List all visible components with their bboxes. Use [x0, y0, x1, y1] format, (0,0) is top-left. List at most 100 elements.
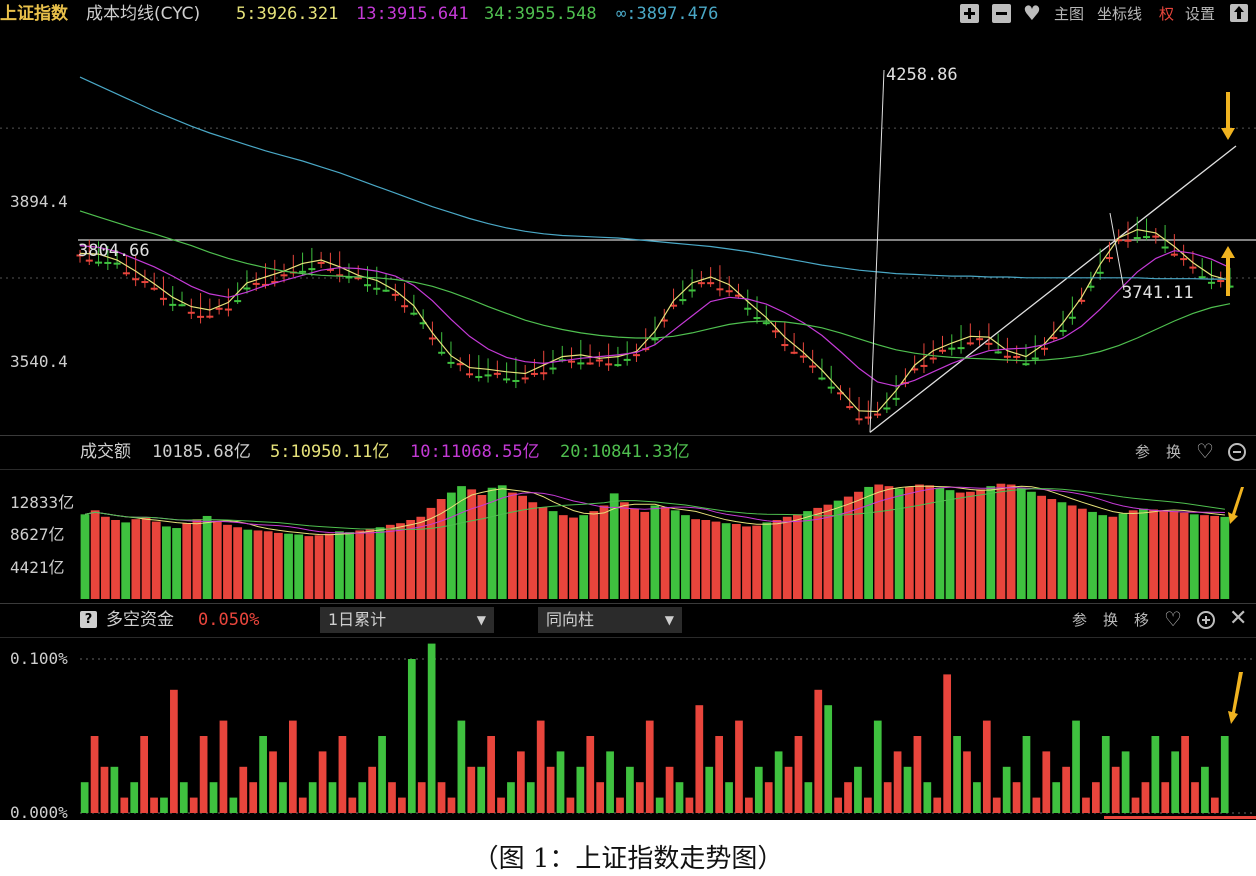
- candle-body: [1050, 336, 1058, 339]
- volume-bar: [1016, 487, 1026, 599]
- heart-outline-icon[interactable]: ♡: [1164, 606, 1182, 632]
- upload-icon[interactable]: [1230, 4, 1248, 22]
- volume-bar: [955, 492, 965, 599]
- money-flow-bar: [626, 766, 634, 813]
- money-flow-bar: [556, 751, 565, 813]
- candle-body: [883, 407, 891, 410]
- money-flow-value: 0.050%: [198, 610, 260, 630]
- period-select[interactable]: 1日累计 ▼: [320, 607, 494, 633]
- candle-body: [224, 308, 232, 311]
- main-chart-button[interactable]: 主图: [1054, 4, 1084, 24]
- candle-body: [577, 362, 585, 365]
- volume-bar: [528, 502, 538, 599]
- candle-body: [280, 274, 288, 277]
- money-flow-bar: [982, 720, 991, 813]
- volume-bar: [1139, 508, 1148, 599]
- volume-bar: [284, 533, 293, 599]
- money-flow-bar: [120, 797, 129, 813]
- volume-param-button[interactable]: 参: [1135, 442, 1150, 462]
- candle-body: [892, 397, 900, 400]
- candle-body: [95, 261, 103, 264]
- money-flow-bar: [685, 797, 694, 813]
- candle-body: [1022, 363, 1030, 366]
- volume-bar: [1027, 491, 1036, 599]
- money-flow-bar: [90, 736, 99, 813]
- money-flow-bar: [784, 766, 793, 813]
- rights-button[interactable]: 权: [1159, 4, 1174, 24]
- money-switch-button[interactable]: 换: [1103, 610, 1118, 630]
- volume-bar: [335, 531, 344, 599]
- candle-body: [391, 293, 399, 296]
- volume-bar: [273, 532, 283, 599]
- money-flow-bar: [824, 705, 833, 813]
- money-flow-bar: [814, 689, 823, 813]
- style-select[interactable]: 同向柱 ▼: [538, 607, 682, 633]
- candle-body: [187, 311, 195, 314]
- money-flow-bar: [1151, 736, 1160, 813]
- candle-body: [632, 354, 640, 357]
- volume-bar: [1200, 515, 1209, 599]
- axis-line-button[interactable]: 坐标线: [1097, 4, 1142, 24]
- money-flow-bar: [427, 643, 436, 813]
- indicator-name: 成本均线(CYC): [86, 4, 201, 24]
- money-move-button[interactable]: 移: [1134, 610, 1149, 630]
- volume-bar: [223, 524, 232, 599]
- minus-square-icon[interactable]: [992, 4, 1011, 23]
- volume-bar: [263, 531, 273, 599]
- zoom-in-icon[interactable]: [1197, 611, 1215, 629]
- candle-body: [707, 282, 715, 285]
- close-icon[interactable]: ✕: [1229, 606, 1247, 632]
- volume-bar: [1108, 516, 1118, 599]
- money-param-button[interactable]: 参: [1072, 610, 1087, 630]
- question-icon[interactable]: ?: [80, 611, 97, 628]
- volume-switch-button[interactable]: 换: [1166, 442, 1181, 462]
- money-flow-bar: [754, 766, 763, 813]
- candle-body: [985, 342, 993, 345]
- volume-bar: [1077, 508, 1087, 599]
- volume-bar: [945, 490, 955, 599]
- heart-outline-icon[interactable]: ♡: [1196, 438, 1214, 464]
- candle-body: [197, 315, 205, 318]
- money-flow-bar: [100, 766, 109, 813]
- money-flow-bar: [160, 797, 168, 813]
- candle-body: [929, 357, 937, 360]
- money-flow-bar: [873, 720, 882, 813]
- volume-bar: [355, 530, 365, 599]
- volume-bar: [212, 520, 222, 599]
- volume-bar: [446, 492, 456, 599]
- money-flow-bar: [794, 736, 803, 813]
- volume-bar: [1169, 511, 1179, 599]
- candle-body: [456, 363, 464, 366]
- money-flow-bar: [229, 797, 238, 813]
- zoom-out-icon[interactable]: [1228, 443, 1246, 461]
- candle-body: [141, 281, 149, 284]
- money-flow-bar: [219, 720, 228, 813]
- candle-body: [243, 287, 251, 290]
- heart-icon[interactable]: ♥: [1023, 0, 1041, 26]
- candle-body: [299, 270, 307, 273]
- volume-bar: [304, 536, 314, 599]
- candle-body: [966, 342, 974, 345]
- volume-bar: [721, 523, 731, 599]
- money-flow-bar: [923, 782, 932, 813]
- money-flow-bar: [764, 782, 773, 813]
- volume-bar: [1047, 499, 1057, 599]
- money-flow-bar: [487, 736, 495, 813]
- candle-body: [605, 363, 613, 366]
- volume-bar: [915, 484, 924, 599]
- candle-body: [484, 374, 492, 377]
- volume-bar: [151, 521, 161, 599]
- money-flow-bar: [179, 782, 188, 813]
- candle-body: [521, 377, 529, 380]
- candle-body: [113, 262, 121, 265]
- settings-button[interactable]: 设置: [1185, 4, 1215, 24]
- volume-bar: [1098, 515, 1108, 599]
- plus-square-icon[interactable]: [960, 4, 979, 23]
- volume-bar: [111, 519, 120, 599]
- volume-bar: [375, 527, 385, 599]
- volume-bar: [935, 487, 945, 599]
- candle-body: [1041, 347, 1049, 350]
- candle-body: [781, 344, 789, 347]
- volume-bar: [996, 483, 1006, 599]
- money-flow-bar: [398, 797, 406, 813]
